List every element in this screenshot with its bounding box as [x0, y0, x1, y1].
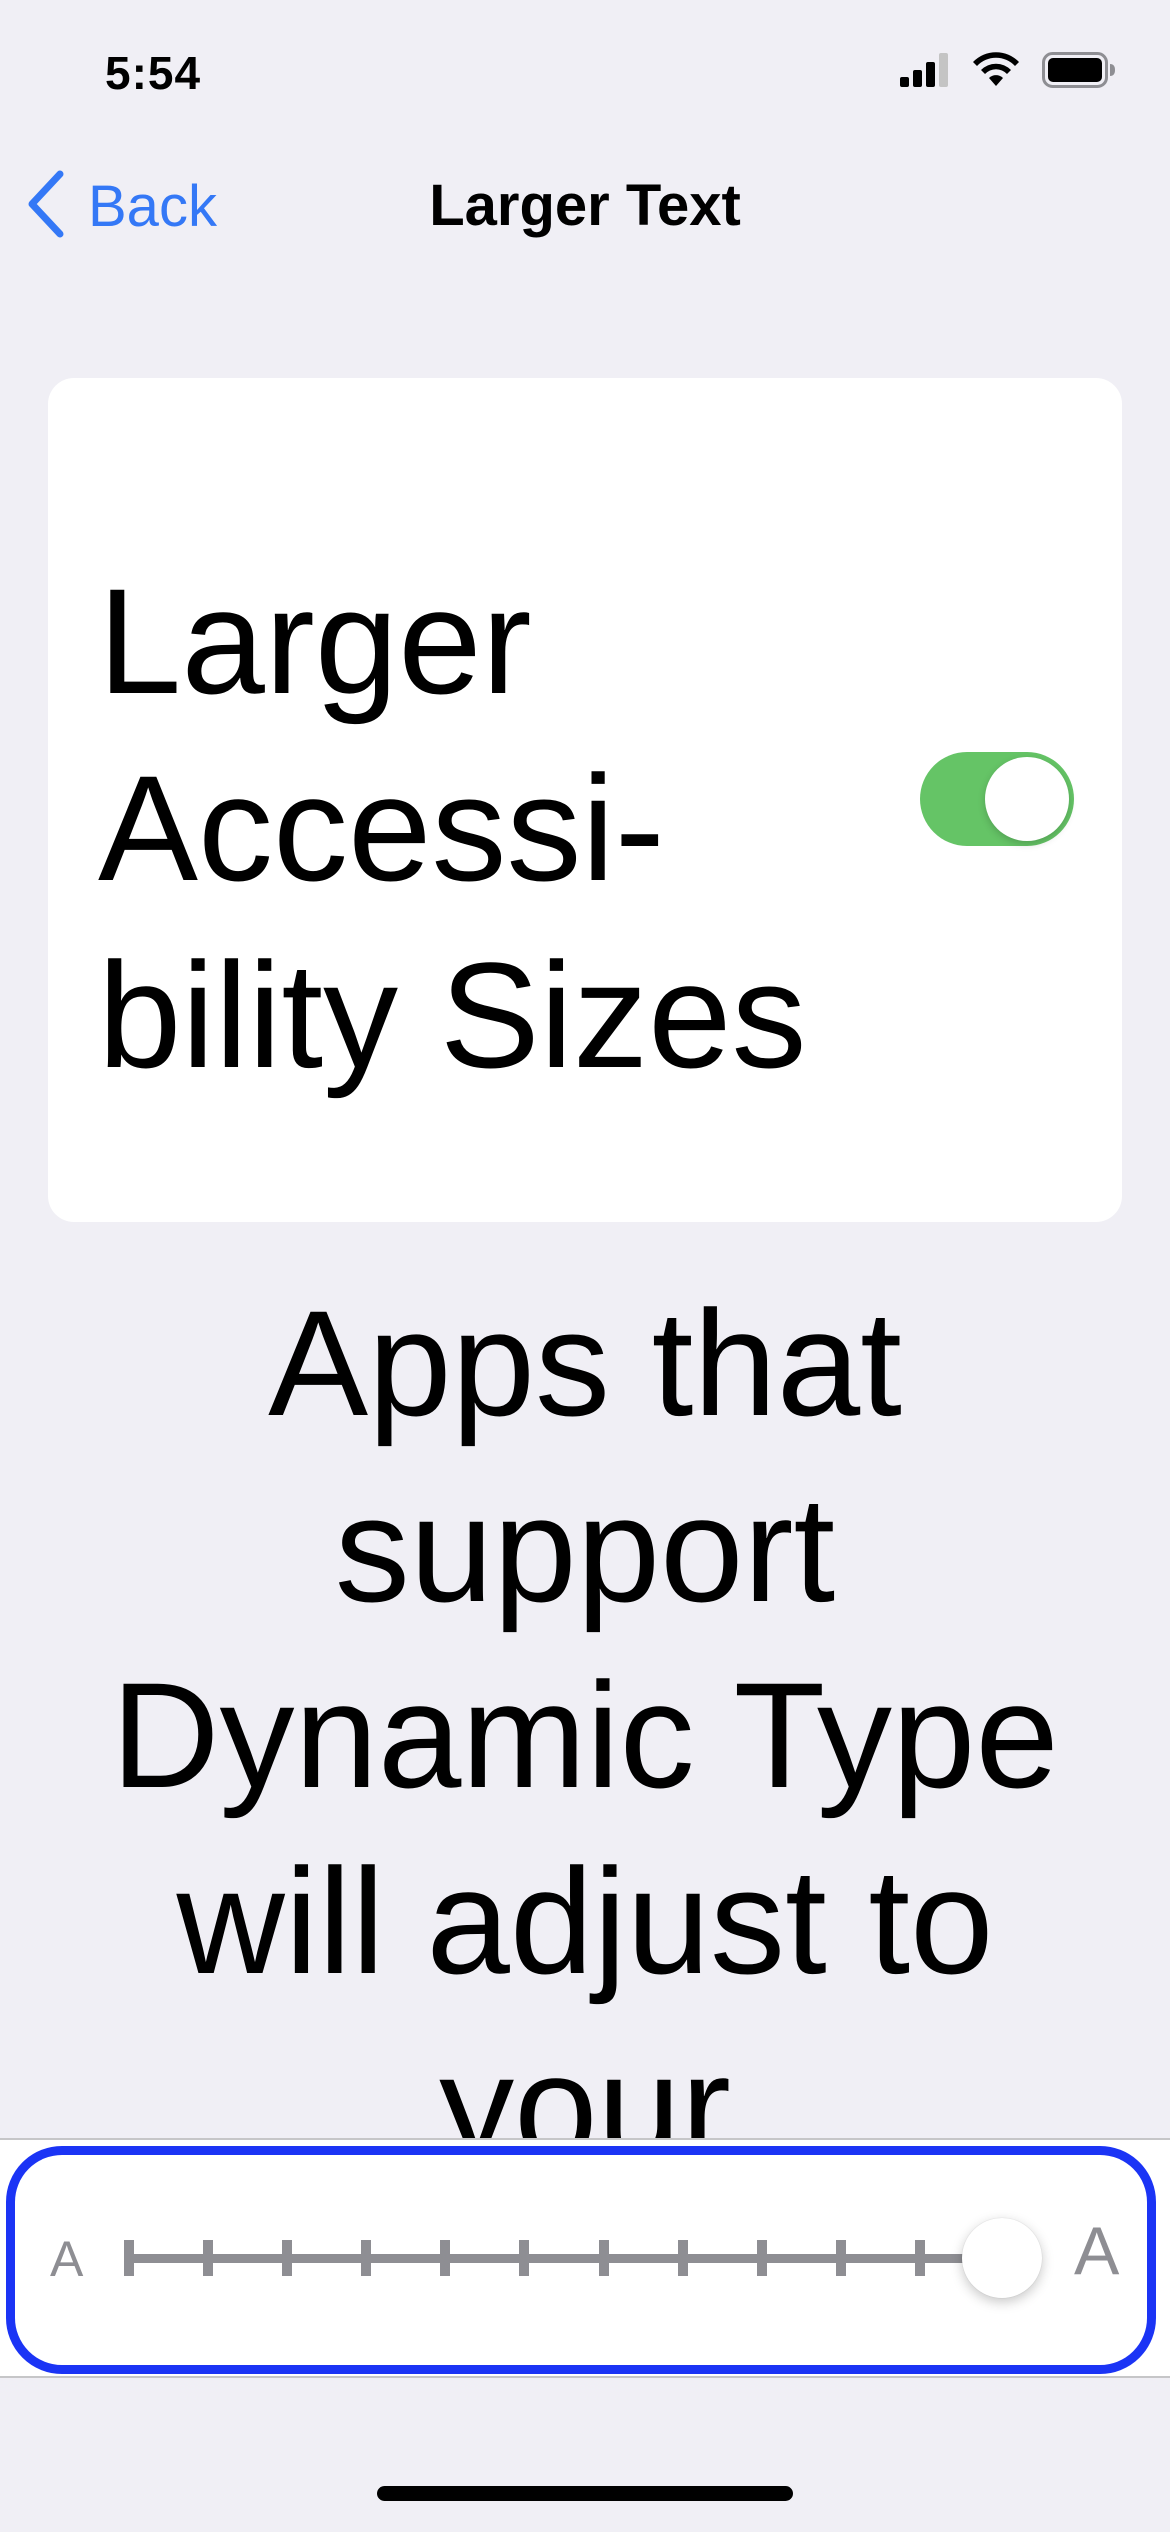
toggle-label: Larger Accessi-bility Sizes — [98, 548, 918, 1109]
slider-tick — [440, 2240, 451, 2276]
page-title: Larger Text — [429, 173, 741, 238]
divider — [0, 2376, 1170, 2378]
slider-tick — [361, 2240, 372, 2276]
slider-tick — [598, 2240, 609, 2276]
slider-tick — [756, 2240, 767, 2276]
large-text-icon: A — [1074, 2213, 1120, 2289]
slider-tick — [835, 2240, 846, 2276]
text-size-slider-thumb[interactable] — [962, 2218, 1042, 2298]
slider-tick — [519, 2240, 530, 2276]
status-time: 5:54 — [105, 47, 202, 99]
small-text-icon: A — [50, 2231, 84, 2287]
cellular-signal-icon — [900, 53, 950, 92]
toggle-label-text: Larger Accessi-bility Sizes — [98, 557, 807, 1099]
larger-accessibility-sizes-toggle[interactable] — [920, 752, 1074, 846]
slider-tick — [124, 2240, 134, 2276]
home-indicator — [377, 2486, 793, 2501]
toggle-knob — [985, 757, 1069, 841]
description-area: Apps that support Dynamic Type will adju… — [0, 1240, 1170, 2138]
description-text: Apps that support Dynamic Type will adju… — [111, 1279, 1059, 2138]
navigation-bar: Back Larger Text — [0, 150, 1170, 260]
status-bar: 5:54 — [0, 0, 1170, 150]
slider-tick — [914, 2240, 925, 2276]
status-icons — [900, 52, 1116, 93]
larger-accessibility-sizes-card: Larger Accessi-bility Sizes — [48, 378, 1122, 1222]
slider-tick — [282, 2240, 293, 2276]
slider-tick — [677, 2240, 688, 2276]
wifi-icon — [972, 52, 1020, 93]
slider-tick — [203, 2240, 214, 2276]
text-size-slider-track[interactable] — [124, 2254, 1004, 2263]
battery-icon — [1042, 52, 1116, 93]
